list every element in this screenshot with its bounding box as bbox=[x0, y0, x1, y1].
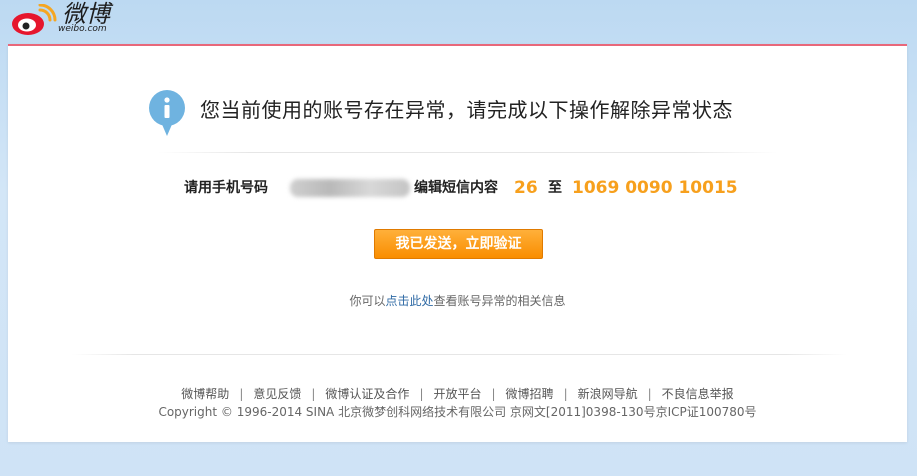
help-hint: 你可以点击此处查看账号异常的相关信息 bbox=[8, 292, 907, 309]
footer-divider bbox=[72, 354, 847, 355]
footer-separator: | bbox=[563, 387, 568, 401]
click-here-link[interactable]: 点击此处 bbox=[385, 294, 433, 308]
phone-label: 请用手机号码 bbox=[184, 180, 268, 196]
footer-links: 微博帮助 | 意见反馈 | 微博认证及合作 | 开放平台 | 微博招聘 | 新浪网导航 | 不良信息举报 bbox=[8, 385, 907, 402]
footer-link-feedback[interactable]: 意见反馈 bbox=[253, 387, 301, 401]
masked-phone-number bbox=[290, 179, 410, 197]
footer-link-open-platform[interactable]: 开放平台 bbox=[433, 387, 481, 401]
footer-separator: | bbox=[491, 387, 496, 401]
to-label: 至 bbox=[548, 180, 562, 196]
hint-suffix: 查看账号异常的相关信息 bbox=[433, 294, 566, 308]
weibo-logo[interactable]: 微博 weibo.com bbox=[6, 0, 126, 40]
footer-separator: | bbox=[647, 387, 652, 401]
info-icon bbox=[149, 90, 185, 136]
divider bbox=[158, 152, 778, 153]
verify-button[interactable]: 我已发送，立即验证 bbox=[374, 229, 543, 259]
footer-link-sina-nav[interactable]: 新浪网导航 bbox=[578, 387, 638, 401]
main-card: 您当前使用的账号存在异常，请完成以下操作解除异常状态 请用手机号码 编辑短信内容… bbox=[8, 44, 907, 442]
footer-separator: | bbox=[419, 387, 424, 401]
top-bar: 微博 weibo.com bbox=[0, 0, 917, 44]
copyright: Copyright © 1996-2014 SINA 北京微梦创科网络技术有限公… bbox=[158, 405, 757, 419]
sms-code: 26 bbox=[514, 178, 538, 198]
footer-separator: | bbox=[239, 387, 244, 401]
footer-link-report[interactable]: 不良信息举报 bbox=[662, 387, 734, 401]
footer-link-jobs[interactable]: 微博招聘 bbox=[506, 387, 554, 401]
footer-link-help[interactable]: 微博帮助 bbox=[181, 387, 229, 401]
alert-header: 您当前使用的账号存在异常，请完成以下操作解除异常状态 bbox=[148, 90, 808, 136]
footer-link-verification[interactable]: 微博认证及合作 bbox=[325, 387, 409, 401]
sms-instruction: 请用手机号码 编辑短信内容 26 至 1069 0090 10015 bbox=[184, 176, 744, 200]
hint-prefix: 你可以 bbox=[349, 294, 386, 308]
sms-target-number: 1069 0090 10015 bbox=[572, 178, 738, 198]
weibo-eye-icon bbox=[12, 4, 57, 35]
footer-separator: | bbox=[311, 387, 316, 401]
alert-title: 您当前使用的账号存在异常，请完成以下操作解除异常状态 bbox=[200, 98, 733, 122]
edit-sms-label: 编辑短信内容 bbox=[414, 180, 498, 196]
logo-domain: weibo.com bbox=[58, 24, 107, 34]
